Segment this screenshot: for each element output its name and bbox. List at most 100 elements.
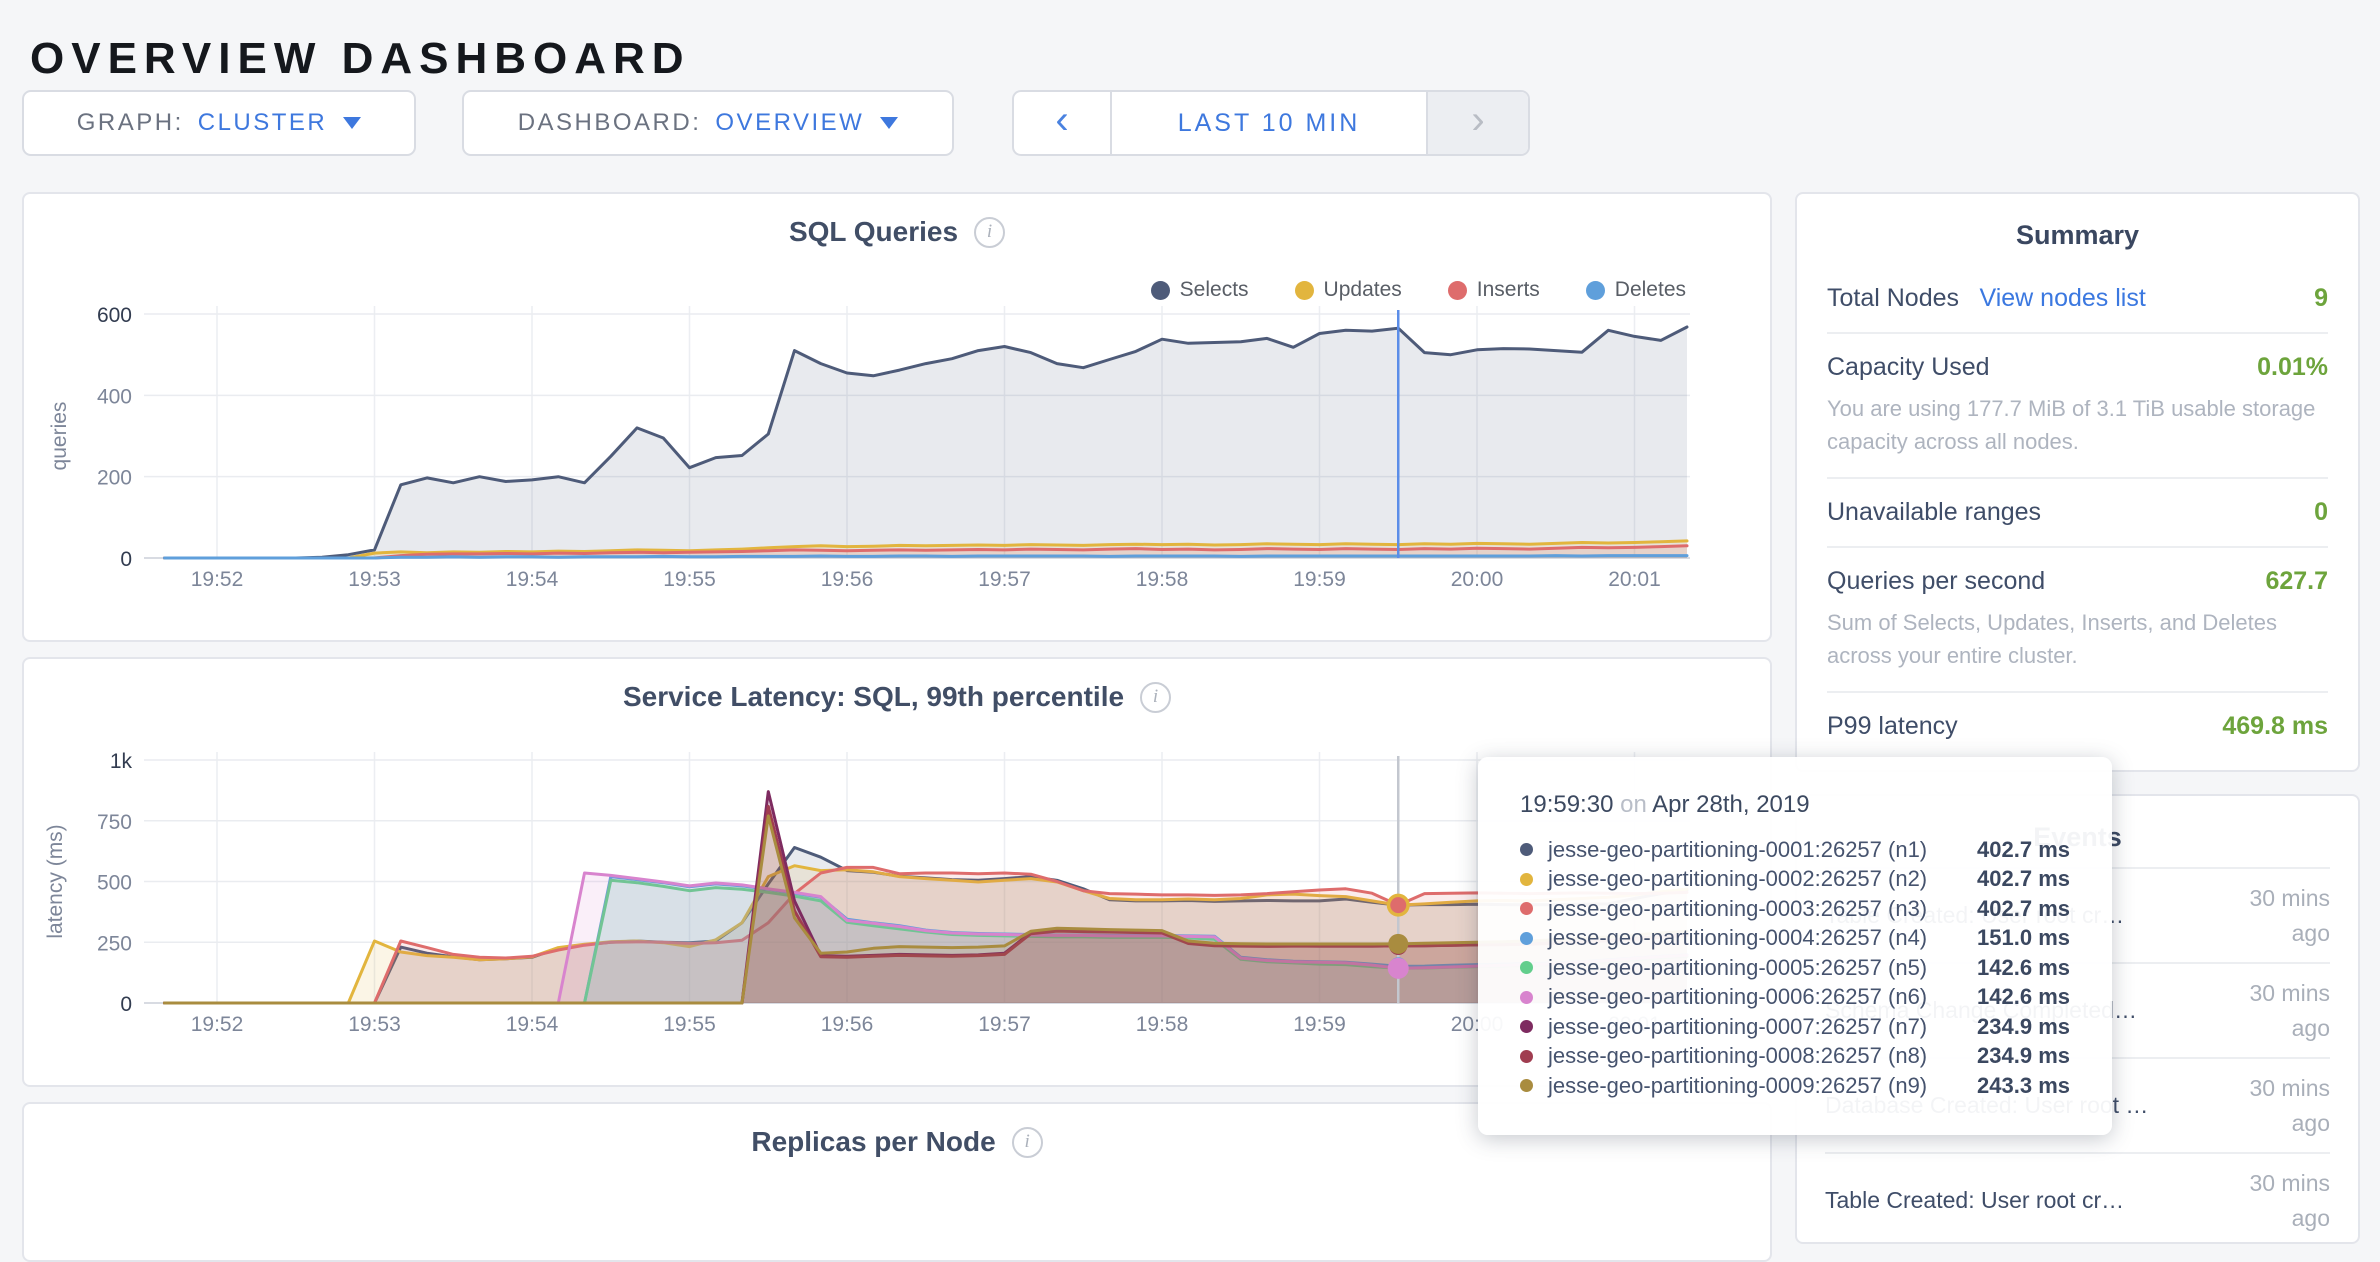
y-axis-title: latency (ms) — [44, 824, 67, 938]
time-range-prev-button[interactable]: ‹ — [1014, 92, 1112, 154]
info-icon[interactable]: i — [1012, 1127, 1043, 1158]
event-description: Table Created: User root cr… — [1825, 1187, 2124, 1214]
sql-queries-chart-card: 19:5219:5319:5419:5519:5619:5719:5819:59… — [22, 192, 1772, 642]
tooltip-row: jesse-geo-partitioning-0002:26257 (n2)40… — [1520, 865, 2070, 895]
capacity-used-description: You are using 177.7 MiB of 3.1 TiB usabl… — [1827, 392, 2328, 458]
y-tick-label: 250 — [97, 932, 132, 955]
tooltip-node-name: jesse-geo-partitioning-0003:26257 (n3) — [1548, 896, 1962, 922]
tooltip-row: jesse-geo-partitioning-0007:26257 (n7) 23… — [1520, 1012, 2070, 1042]
tooltip-row: jesse-geo-partitioning-0005:26257 (n5) 14… — [1520, 953, 2070, 983]
hover-dot — [1388, 934, 1408, 954]
y-tick-label: 400 — [97, 385, 132, 408]
chevron-left-icon: ‹ — [1055, 98, 1068, 143]
x-tick-label: 19:55 — [663, 568, 716, 591]
dashboard-dropdown[interactable]: DASHBOARD: OVERVIEW — [462, 90, 954, 156]
page-title: OVERVIEW DASHBOARD — [30, 31, 691, 87]
legend-label: Deletes — [1615, 278, 1686, 302]
total-nodes-value: 9 — [2314, 284, 2328, 313]
tooltip-node-name: jesse-geo-partitioning-0007:26257 (n7) — [1548, 1014, 1962, 1040]
event-time: 30 mins ago — [2208, 1166, 2330, 1235]
chart-legend: Selects Updates Inserts Deletes — [1151, 278, 1686, 302]
legend-label: Updates — [1324, 278, 1402, 302]
x-tick-label: 19:54 — [506, 568, 559, 591]
tooltip-node-name: jesse-geo-partitioning-0008:26257 (n8) — [1548, 1043, 1962, 1069]
info-icon[interactable]: i — [1140, 682, 1171, 713]
legend-label: Selects — [1180, 278, 1249, 302]
event-time: 30 mins ago — [2208, 1071, 2330, 1140]
info-icon[interactable]: i — [974, 217, 1005, 248]
sql-queries-chart-plot[interactable]: 19:5219:5319:5419:5519:5619:5719:5819:59… — [24, 194, 1770, 640]
tooltip-node-name: jesse-geo-partitioning-0009:26257 (n9) — [1548, 1073, 1962, 1099]
tooltip-series-dot-icon — [1520, 932, 1533, 945]
tooltip-node-value: 151.0 ms — [1977, 925, 2070, 951]
legend-dot-icon — [1586, 281, 1605, 300]
time-range-next-button-disabled[interactable]: › — [1426, 92, 1528, 154]
y-tick-label: 0 — [120, 993, 132, 1016]
chart-title: Replicas per Node — [751, 1126, 995, 1158]
tooltip-row: jesse-geo-partitioning-0004:26257 (n4) 15… — [1520, 924, 2070, 954]
tooltip-node-name: jesse-geo-partitioning-0002:26257 (n2) — [1548, 866, 1962, 892]
x-tick-label: 19:57 — [978, 568, 1031, 591]
graph-dropdown-label: GRAPH: — [77, 109, 184, 137]
tooltip-node-value: 142.6 ms — [1977, 955, 2070, 981]
tooltip-node-value: 234.9 ms — [1977, 1014, 2070, 1040]
x-tick-label: 20:01 — [1608, 568, 1661, 591]
legend-dot-icon — [1151, 281, 1170, 300]
y-tick-label: 200 — [97, 467, 132, 490]
tooltip-row: jesse-geo-partitioning-0009:26257 (n9) 24… — [1520, 1071, 2070, 1101]
y-tick-label: 500 — [97, 872, 132, 895]
y-tick-label: 750 — [97, 811, 132, 834]
tooltip-series-dot-icon — [1520, 873, 1533, 886]
summary-panel: Summary Total Nodes View nodes list 9 Ca… — [1795, 192, 2360, 772]
unavailable-ranges-label: Unavailable ranges — [1827, 498, 2041, 527]
tooltip-row: jesse-geo-partitioning-0008:26257 (n8) 23… — [1520, 1042, 2070, 1072]
x-tick-label: 19:57 — [978, 1013, 1031, 1036]
legend-item-deletes[interactable]: Deletes — [1586, 278, 1686, 302]
x-tick-label: 19:56 — [821, 1013, 874, 1036]
p99-latency-label: P99 latency — [1827, 712, 1958, 741]
time-range-label-button[interactable]: LAST 10 MIN — [1112, 92, 1426, 154]
x-tick-label: 19:58 — [1136, 568, 1189, 591]
hover-dot — [1390, 897, 1406, 913]
p99-latency-value: 469.8 ms — [2222, 712, 2328, 741]
x-tick-label: 20:00 — [1451, 568, 1504, 591]
tooltip-node-name: jesse-geo-partitioning-0006:26257 (n6) — [1548, 984, 1962, 1010]
tooltip-node-value: 142.6 ms — [1977, 984, 2070, 1010]
summary-row-total-nodes: Total Nodes View nodes list 9 — [1827, 265, 2328, 334]
legend-item-selects[interactable]: Selects — [1151, 278, 1249, 302]
legend-dot-icon — [1448, 281, 1467, 300]
tooltip-row: jesse-geo-partitioning-0006:26257 (n6) 14… — [1520, 983, 2070, 1013]
x-tick-label: 19:59 — [1293, 1013, 1346, 1036]
y-axis-title: queries — [48, 402, 71, 471]
summary-row-unavailable-ranges: Unavailable ranges 0 — [1827, 479, 2328, 548]
x-tick-label: 19:53 — [348, 568, 401, 591]
tooltip-node-value: 402.7 ms — [1977, 837, 2070, 863]
event-time: 30 mins ago — [2208, 881, 2330, 950]
event-time: 30 mins ago — [2208, 976, 2330, 1045]
tooltip-node-name: jesse-geo-partitioning-0004:26257 (n4) — [1548, 925, 1962, 951]
tooltip-node-value: 243.3 ms — [1977, 1073, 2070, 1099]
capacity-used-label: Capacity Used — [1827, 353, 1990, 382]
chevron-down-icon — [880, 117, 898, 129]
legend-item-updates[interactable]: Updates — [1295, 278, 1402, 302]
view-nodes-list-link[interactable]: View nodes list — [1979, 284, 2145, 312]
chart-hover-tooltip: 19:59:30 on Apr 28th, 2019 jesse-geo-par… — [1478, 757, 2112, 1135]
summary-row-capacity: Capacity Used 0.01% You are using 177.7 … — [1827, 334, 2328, 479]
series-area — [165, 327, 1688, 558]
tooltip-series-dot-icon — [1520, 961, 1533, 974]
chevron-down-icon — [343, 117, 361, 129]
summary-row-p99-latency: P99 latency 469.8 ms — [1827, 693, 2328, 760]
chart-title: Service Latency: SQL, 99th percentile — [623, 681, 1124, 713]
graph-dropdown[interactable]: GRAPH: CLUSTER — [22, 90, 416, 156]
tooltip-series-dot-icon — [1520, 991, 1533, 1004]
y-tick-label: 0 — [120, 548, 132, 571]
tooltip-node-name: jesse-geo-partitioning-0005:26257 (n5) — [1548, 955, 1962, 981]
event-row[interactable]: Table Created: User root cr… 30 mins ago — [1825, 1152, 2330, 1247]
chart-title: SQL Queries — [789, 216, 958, 248]
capacity-used-value: 0.01% — [2257, 353, 2328, 382]
tooltip-timestamp: 19:59:30 on Apr 28th, 2019 — [1520, 791, 2070, 819]
tooltip-node-value: 234.9 ms — [1977, 1043, 2070, 1069]
legend-dot-icon — [1295, 281, 1314, 300]
x-tick-label: 19:52 — [191, 1013, 244, 1036]
legend-item-inserts[interactable]: Inserts — [1448, 278, 1540, 302]
